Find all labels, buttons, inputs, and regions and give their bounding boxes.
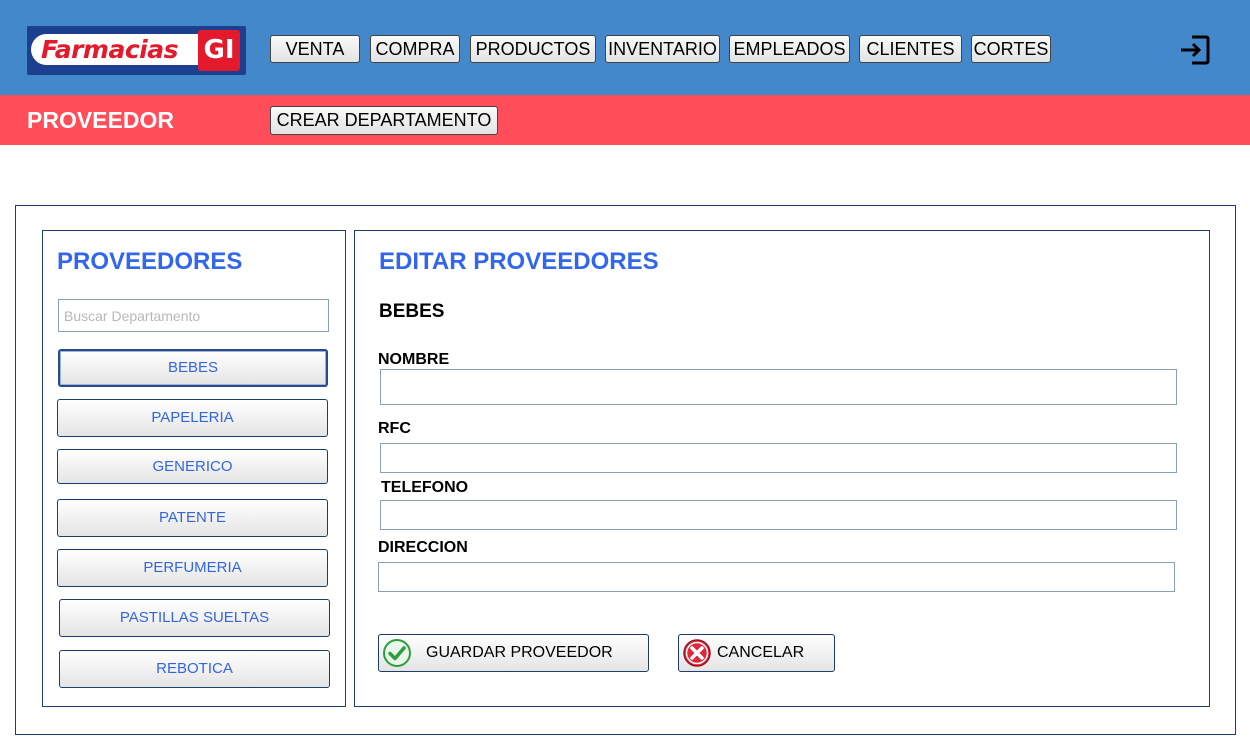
- nombre-label: NOMBRE: [378, 351, 450, 368]
- dept-item-bebes[interactable]: BEBES: [58, 349, 328, 387]
- save-provider-button[interactable]: GUARDAR PROVEEDOR: [378, 634, 649, 672]
- dept-item-generico[interactable]: GENERICO: [57, 449, 328, 484]
- providers-title: PROVEEDORES: [57, 248, 243, 275]
- dept-item-papeleria[interactable]: PAPELERIA: [57, 399, 328, 437]
- checkmark-icon: [382, 638, 412, 668]
- logo-text: Farmacias: [41, 35, 178, 64]
- nav-inventario-button[interactable]: INVENTARIO: [605, 35, 720, 63]
- logo-pill: Farmacias: [31, 34, 221, 65]
- create-department-button[interactable]: CREAR DEPARTAMENTO: [270, 106, 498, 135]
- telefono-field[interactable]: [380, 500, 1177, 530]
- cancel-label: CANCELAR: [717, 644, 805, 661]
- dept-item-patente[interactable]: PATENTE: [57, 499, 328, 537]
- nav-compra-button[interactable]: COMPRA: [370, 35, 460, 63]
- dept-item-pastillas-sueltas[interactable]: PASTILLAS SUELTAS: [59, 599, 330, 637]
- dept-item-rebotica[interactable]: REBOTICA: [59, 650, 330, 688]
- direccion-label: DIRECCION: [378, 539, 468, 556]
- telefono-label: TELEFONO: [381, 479, 469, 496]
- edit-title: EDITAR PROVEEDORES: [379, 248, 659, 275]
- nav-cortes-button[interactable]: CORTES: [971, 35, 1051, 63]
- direccion-field[interactable]: [378, 562, 1175, 592]
- nav-clientes-button[interactable]: CLIENTES: [859, 35, 962, 63]
- dept-item-perfumeria[interactable]: PERFUMERIA: [57, 549, 328, 587]
- save-provider-label: GUARDAR PROVEEDOR: [426, 644, 613, 661]
- nav-productos-button[interactable]: PRODUCTOS: [470, 35, 596, 63]
- brand-logo: Farmacias GI: [27, 26, 246, 75]
- selected-department-name: BEBES: [379, 301, 445, 322]
- page-title: PROVEEDOR: [27, 107, 174, 133]
- nav-empleados-button[interactable]: EMPLEADOS: [729, 35, 850, 63]
- logout-icon[interactable]: [1179, 34, 1211, 66]
- nombre-field[interactable]: [380, 369, 1177, 405]
- cancel-button[interactable]: CANCELAR: [678, 634, 835, 672]
- cancel-x-icon: [682, 638, 712, 668]
- logo-badge: GI: [198, 30, 240, 71]
- search-input[interactable]: [58, 299, 329, 332]
- rfc-field[interactable]: [380, 443, 1177, 473]
- section-bar: [0, 95, 1250, 145]
- rfc-label: RFC: [378, 420, 411, 437]
- nav-venta-button[interactable]: VENTA: [270, 35, 360, 63]
